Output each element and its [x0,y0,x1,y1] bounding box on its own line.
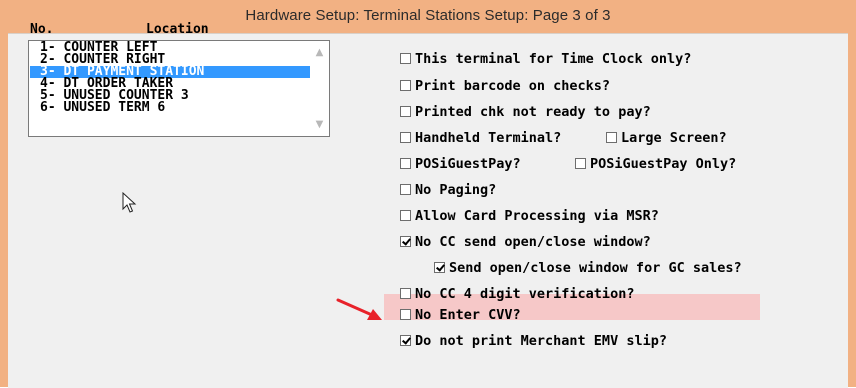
option-label: No CC send open/close window? [415,234,651,250]
option-label: This terminal for Time Clock only? [415,51,692,67]
scroll-up-icon[interactable]: ▲ [313,46,326,59]
option-no-merchant-emv-slip[interactable]: Do not print Merchant EMV slip? [400,332,667,350]
option-label: Handheld Terminal? [415,130,562,146]
option-label: Printed chk not ready to pay? [415,104,651,120]
location-listbox[interactable]: 1- COUNTER LEFT 2- COUNTER RIGHT 3- DT P… [28,40,330,137]
checkbox[interactable] [400,80,411,91]
option-label: No Enter CVV? [415,307,521,323]
option-label: POSiGuestPay? [415,156,521,172]
option-label: No Paging? [415,182,497,198]
option-posiguestpay[interactable]: POSiGuestPay? [400,155,521,173]
checkbox-checked[interactable] [434,262,445,273]
list-item[interactable]: 6- UNUSED TERM 6 [30,101,310,114]
option-label: No CC 4 digit verification? [415,286,635,302]
checkbox-checked[interactable] [400,335,411,346]
option-no-cc-4-digit[interactable]: No CC 4 digit verification? [400,285,634,303]
header-location: Location [146,22,209,37]
option-posiguestpay-only[interactable]: POSiGuestPay Only? [575,155,736,173]
option-label: POSiGuestPay Only? [590,156,737,172]
option-handheld-terminal[interactable]: Handheld Terminal? [400,129,561,147]
option-no-paging[interactable]: No Paging? [400,181,496,199]
scroll-down-icon[interactable]: ▼ [313,118,326,131]
checkbox[interactable] [575,158,586,169]
option-large-screen[interactable]: Large Screen? [606,129,727,147]
checkbox[interactable] [606,132,617,143]
checkbox[interactable] [400,132,411,143]
location-list: 1- COUNTER LEFT 2- COUNTER RIGHT 3- DT P… [30,41,310,114]
checkbox-checked[interactable] [400,236,411,247]
option-label: Send open/close window for GC sales? [449,260,742,276]
option-no-enter-cvv[interactable]: No Enter CVV? [400,306,521,324]
option-send-window-gc-sales[interactable]: Send open/close window for GC sales? [434,259,742,277]
option-label: Allow Card Processing via MSR? [415,208,659,224]
red-arrow-icon [336,298,382,320]
list-scrollbar[interactable]: ▲ ▼ [311,42,328,135]
checkbox[interactable] [400,184,411,195]
option-label: Print barcode on checks? [415,78,611,94]
checkbox[interactable] [400,106,411,117]
option-label: Large Screen? [621,130,727,146]
option-no-cc-send-window[interactable]: No CC send open/close window? [400,233,651,251]
option-allow-card-msr[interactable]: Allow Card Processing via MSR? [400,207,659,225]
header-no: No. [30,22,54,37]
option-printed-chk-not-ready[interactable]: Printed chk not ready to pay? [400,103,651,121]
checkbox[interactable] [400,309,411,320]
list-header: No. Location [30,22,330,38]
option-time-clock-only[interactable]: This terminal for Time Clock only? [400,50,691,68]
checkbox[interactable] [400,210,411,221]
option-label: Do not print Merchant EMV slip? [415,333,667,349]
mouse-pointer-icon [122,192,137,213]
option-print-barcode[interactable]: Print barcode on checks? [400,77,610,95]
terminal-stations-window: Hardware Setup: Terminal Stations Setup:… [0,0,856,388]
checkbox[interactable] [400,288,411,299]
checkbox[interactable] [400,158,411,169]
checkbox[interactable] [400,53,411,64]
